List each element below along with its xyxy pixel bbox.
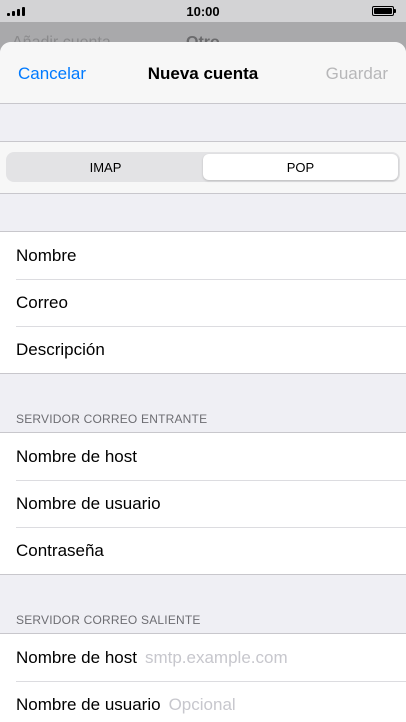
segment-pop[interactable]: POP [203,154,398,180]
outgoing-host-field[interactable]: Nombre de host [0,634,406,681]
incoming-password-field[interactable]: Contraseña [0,527,406,574]
incoming-user-label: Nombre de usuario [16,493,161,513]
name-field[interactable]: Nombre [0,232,406,279]
incoming-host-field[interactable]: Nombre de host [0,433,406,480]
navigation-bar: Cancelar Nueva cuenta Guardar [0,42,406,104]
outgoing-user-label: Nombre de usuario [16,694,161,714]
incoming-password-label: Contraseña [16,540,104,560]
status-time: 10:00 [186,4,220,19]
outgoing-user-input[interactable] [168,694,406,715]
incoming-section-header: SERVIDOR CORREO ENTRANTE [16,412,208,426]
protocol-segmented-control: IMAP POP [6,152,400,182]
outgoing-host-label: Nombre de host [16,647,137,667]
account-group: Nombre Correo Descripción [0,231,406,374]
incoming-group: Nombre de host Nombre de usuario Contras… [0,432,406,575]
save-button[interactable]: Guardar [326,64,388,84]
email-field[interactable]: Correo [0,279,406,326]
description-input[interactable] [112,339,406,360]
incoming-user-input[interactable] [168,493,406,514]
name-input[interactable] [84,245,406,266]
segment-imap[interactable]: IMAP [8,154,203,180]
name-label: Nombre [16,245,77,265]
incoming-host-input[interactable] [144,446,406,467]
description-field[interactable]: Descripción [0,326,406,373]
battery-icon [372,6,396,16]
incoming-user-field[interactable]: Nombre de usuario [0,480,406,527]
outgoing-section-header: SERVIDOR CORREO SALIENTE [16,613,201,627]
outgoing-group: Nombre de host Nombre de usuario [0,633,406,722]
protocol-row: IMAP POP [0,141,406,194]
outgoing-user-field[interactable]: Nombre de usuario [0,681,406,722]
email-label: Correo [16,292,68,312]
incoming-password-input[interactable] [111,540,406,561]
new-account-sheet: Cancelar Nueva cuenta Guardar IMAP POP N… [0,42,406,722]
description-label: Descripción [16,339,105,359]
outgoing-host-input[interactable] [144,647,406,668]
status-bar: 10:00 [0,0,406,22]
incoming-host-label: Nombre de host [16,446,137,466]
email-input[interactable] [75,292,406,313]
